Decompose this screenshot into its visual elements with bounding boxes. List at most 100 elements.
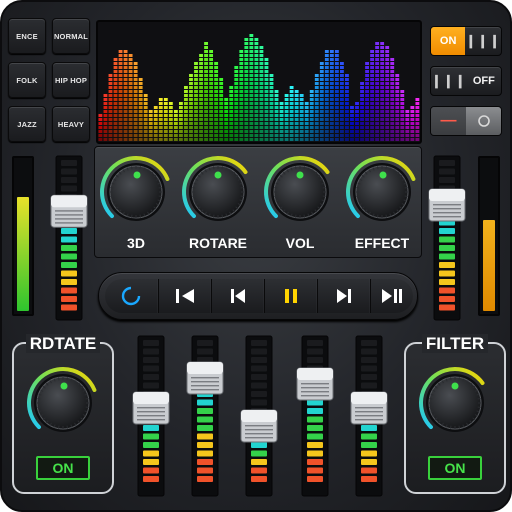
slider-handle[interactable] xyxy=(428,188,466,222)
spectrum-segment xyxy=(98,138,103,141)
slider-segment xyxy=(251,450,267,457)
mode-toggle[interactable]: — xyxy=(430,106,502,136)
spectrum-segment xyxy=(264,66,269,69)
slider-handle[interactable] xyxy=(296,367,334,401)
play-pause-button[interactable] xyxy=(370,279,413,313)
spectrum-segment xyxy=(103,98,108,101)
spectrum-segment xyxy=(229,110,234,113)
spectrum-segment xyxy=(113,58,118,61)
preset-button-heavy[interactable]: HEAVY xyxy=(52,106,90,142)
slider-handle[interactable] xyxy=(350,391,388,425)
rotate-on-button[interactable]: ON xyxy=(36,456,90,480)
rotate-knob[interactable] xyxy=(24,364,102,447)
spectrum-segment xyxy=(309,138,314,141)
slider-handle[interactable] xyxy=(132,391,170,425)
spectrum-segment xyxy=(289,94,294,97)
spectrum-segment xyxy=(345,114,349,117)
spectrum-segment xyxy=(204,74,208,77)
right-slider[interactable] xyxy=(428,155,466,321)
spectrum-segment xyxy=(355,126,359,129)
spectrum-segment xyxy=(123,82,128,85)
spectrum-segment xyxy=(279,134,284,137)
spectrum-segment xyxy=(234,130,239,133)
previous-button[interactable] xyxy=(211,279,263,313)
spectrum-segment xyxy=(299,110,304,113)
eq-band-slider-2[interactable] xyxy=(186,335,224,500)
repeat-icon xyxy=(121,286,141,306)
spectrum-segment xyxy=(158,130,163,133)
preset-button-normal[interactable]: NORMAL xyxy=(52,18,90,54)
spectrum-segment xyxy=(324,90,329,93)
spectrum-segment xyxy=(184,114,188,117)
skip-back-button[interactable] xyxy=(158,279,210,313)
spectrum-segment xyxy=(194,130,198,133)
spectrum-segment xyxy=(390,70,395,73)
spectrum-segment xyxy=(108,114,113,117)
spectrum-segment xyxy=(385,134,390,137)
slider-segment xyxy=(251,442,267,448)
eq-band-slider-5[interactable] xyxy=(350,335,388,500)
pause-button[interactable] xyxy=(264,279,316,313)
spectrum-segment xyxy=(360,86,364,89)
left-level-meter xyxy=(12,156,34,316)
filter-on-button[interactable]: ON xyxy=(428,456,482,480)
spectrum-segment xyxy=(249,82,254,85)
filter-knob[interactable] xyxy=(416,364,494,447)
knob-rotare[interactable] xyxy=(179,153,257,236)
repeat-button[interactable] xyxy=(105,279,157,313)
slider-handle[interactable] xyxy=(240,409,278,443)
spectrum-segment xyxy=(395,114,400,117)
spectrum-segment xyxy=(209,70,214,73)
spectrum-segment xyxy=(209,138,214,141)
spectrum-segment xyxy=(334,94,339,97)
knob-effect[interactable] xyxy=(343,153,421,236)
knob-3d[interactable] xyxy=(97,153,175,236)
slider-handle[interactable] xyxy=(50,194,88,228)
eq-band-slider-4[interactable] xyxy=(296,335,334,500)
slider-segment xyxy=(251,467,267,474)
knob-label-vol: VOL xyxy=(285,235,315,251)
spectrum-segment xyxy=(128,126,133,129)
spectrum-segment xyxy=(204,90,208,93)
slider-segment xyxy=(61,253,77,260)
spectrum-segment xyxy=(204,78,208,81)
spectrum-segment xyxy=(395,78,400,81)
spectrum-segment xyxy=(319,98,324,101)
spectrum-segment xyxy=(113,134,118,137)
spectrum-segment xyxy=(334,70,339,73)
preset-button-hip-hop[interactable]: HIP HOP xyxy=(52,62,90,98)
spectrum-segment xyxy=(259,66,264,69)
spectrum-segment xyxy=(219,78,224,81)
eq-band-slider-1[interactable] xyxy=(132,335,170,500)
slider-segment xyxy=(439,279,455,285)
spectrum-segment xyxy=(194,122,198,125)
spectrum-segment xyxy=(254,82,259,85)
preset-button-silence[interactable]: ENCE xyxy=(8,18,46,54)
spectrum-segment xyxy=(400,94,405,97)
eq-band-slider-3[interactable] xyxy=(240,335,278,500)
spectrum-segment xyxy=(405,114,410,117)
slider-handle[interactable] xyxy=(186,361,224,395)
spectrum-segment xyxy=(395,122,400,125)
knob-dial xyxy=(100,156,170,221)
slider-segment xyxy=(439,228,455,234)
spectrum-segment xyxy=(163,118,168,121)
power-toggle-on[interactable]: ON ❙❙❙ xyxy=(430,26,502,56)
knob-vol[interactable] xyxy=(261,153,339,236)
slider-segment xyxy=(143,382,159,389)
spectrum-segment xyxy=(143,134,148,137)
left-slider[interactable] xyxy=(50,155,88,321)
next-button[interactable] xyxy=(317,279,369,313)
slider-segment xyxy=(439,253,455,260)
spectrum-segment xyxy=(173,130,178,133)
spectrum-segment xyxy=(153,118,158,121)
spectrum-segment xyxy=(214,110,219,113)
spectrum-segment xyxy=(108,74,113,77)
spectrum-segment xyxy=(365,118,369,121)
power-toggle-off[interactable]: ❙❙❙ OFF xyxy=(430,66,502,96)
preset-button-jazz[interactable]: JAZZ xyxy=(8,106,46,142)
spectrum-segment xyxy=(329,98,334,101)
spectrum-segment xyxy=(118,106,123,109)
spectrum-segment xyxy=(123,70,128,73)
preset-button-folk[interactable]: FOLK xyxy=(8,62,46,98)
